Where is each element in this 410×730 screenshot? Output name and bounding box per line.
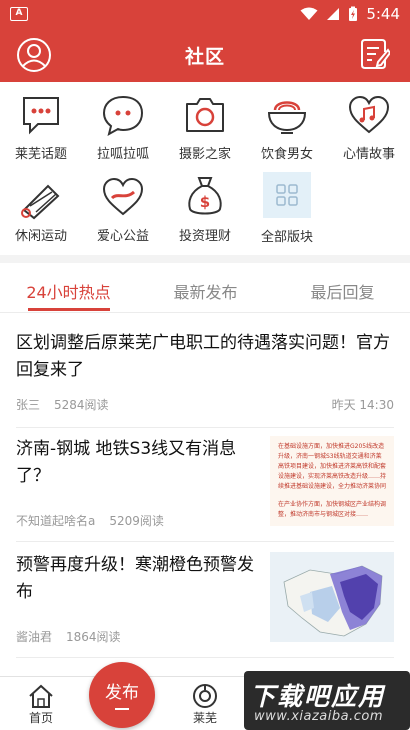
publish-dash — [115, 708, 129, 710]
nav-home-label: 首页 — [28, 711, 53, 725]
thumbnail-text: 在基础设施方面，加快推进G205线改造升级，济南一钢城S3线轨道交通和济莱高铁项… — [278, 443, 387, 490]
post-title: 区划调整后原莱芜广电职工的待遇落实问题！官方回复来了 — [16, 333, 390, 380]
status-time: 5:44 — [366, 5, 400, 23]
category-label: 爱心公益 — [96, 229, 149, 244]
post-reads: 5209阅读 — [109, 514, 164, 528]
category-label: 投资理财 — [178, 229, 231, 244]
category-label: 莱芜话题 — [14, 147, 67, 162]
post-time: 昨天 14:30 — [331, 398, 394, 412]
category-leisure-sports[interactable]: 休闲运动 — [0, 172, 82, 244]
svg-text:$: $ — [200, 193, 210, 211]
category-label: 心情故事 — [342, 147, 395, 162]
tab-last-reply[interactable]: 最后回复 — [274, 279, 410, 303]
camera-icon — [186, 98, 224, 132]
category-all-boards[interactable]: 全部版块 — [246, 172, 328, 245]
watermark-url: www.xiazaiba.com — [254, 709, 383, 724]
post-thumbnail — [270, 552, 394, 642]
post-reads: 1864阅读 — [66, 630, 121, 644]
status-bar: A 5:44 — [0, 0, 410, 28]
post-reads: 5284阅读 — [54, 398, 109, 412]
post-author: 张三 — [16, 398, 41, 412]
battery-icon — [349, 6, 358, 21]
compose-icon[interactable] — [360, 38, 390, 70]
list-item[interactable]: 预警再度升级！寒潮橙色预警发布 酱油君 1864阅读 — [16, 552, 394, 658]
feed-tabs: 24小时热点 最新发布 最后回复 — [0, 263, 410, 313]
notification-icon: A — [10, 7, 28, 21]
signal-icon — [327, 8, 340, 20]
bowl-icon — [267, 101, 307, 134]
post-thumbnail: 在基础设施方面，加快推进G205线改造升级，济南一钢城S3线轨道交通和济莱高铁项… — [270, 436, 394, 526]
shuttlecock-icon — [21, 184, 60, 220]
list-item[interactable]: 济南-钢城 地铁S3线又有消息了？ 不知道起啥名a 5209阅读 在基础设施方面，… — [16, 436, 394, 542]
heart-ribbon-icon — [102, 177, 144, 216]
page-title: 社区 — [184, 46, 225, 68]
list-item[interactable]: 区划调整后原莱芜广电职工的待遇落实问题！官方回复来了 张三 5284阅读 昨天 1… — [16, 330, 394, 428]
section-divider — [0, 255, 410, 263]
money-bag-icon: $ — [188, 177, 222, 215]
grid-icon — [276, 184, 298, 206]
home-icon — [29, 684, 53, 708]
publish-button[interactable]: 发布 — [89, 662, 155, 728]
wifi-icon — [300, 7, 318, 20]
nav-laiwu[interactable]: 莱芜 — [170, 683, 240, 726]
category-charity[interactable]: 爱心公益 — [82, 172, 164, 244]
category-photography[interactable]: 摄影之家 — [164, 90, 246, 162]
category-mood-story[interactable]: 心情故事 — [328, 90, 410, 162]
category-chat[interactable]: 拉呱拉呱 — [82, 90, 164, 162]
category-label: 摄影之家 — [178, 147, 231, 162]
post-author: 不知道起啥名a — [16, 514, 96, 528]
laiwu-icon — [193, 684, 217, 708]
category-label: 饮食男女 — [260, 147, 313, 162]
thumbnail-text: 在产业协作方面，加快钢城区产业结构调整，推动济南市与钢城区对接…… — [278, 501, 387, 518]
nav-laiwu-label: 莱芜 — [192, 711, 217, 725]
heart-music-icon — [348, 95, 390, 134]
category-label: 全部版块 — [260, 230, 313, 245]
watermark: 下载吧应用 www.xiazaiba.com — [244, 671, 410, 730]
speech-bubble-dots-icon — [23, 97, 59, 135]
post-title: 济南-钢城 地铁S3线又有消息了？ — [16, 439, 237, 486]
publish-label: 发布 — [105, 683, 139, 703]
post-meta: 酱油君 1864阅读 — [16, 628, 135, 645]
category-label: 拉呱拉呱 — [96, 147, 149, 162]
active-tab-indicator — [28, 308, 110, 311]
category-food[interactable]: 饮食男女 — [246, 90, 328, 162]
category-laiwu-topic[interactable]: 莱芜话题 — [0, 90, 82, 162]
nav-home[interactable]: 首页 — [6, 683, 76, 726]
top-bar: 社区 — [0, 28, 410, 82]
tab-latest[interactable]: 最新发布 — [137, 279, 274, 303]
post-title: 预警再度升级！寒潮橙色预警发布 — [16, 555, 254, 602]
chat-bubble-icon — [102, 95, 144, 136]
grid-tile — [263, 172, 311, 218]
post-meta: 张三 5284阅读 — [16, 396, 123, 413]
post-author: 酱油君 — [16, 630, 53, 644]
category-label: 休闲运动 — [14, 229, 67, 244]
tab-24h-hot[interactable]: 24小时热点 — [0, 279, 137, 303]
post-meta: 不知道起啥名a 5209阅读 — [16, 512, 178, 529]
category-investment[interactable]: $ 投资理财 — [164, 172, 246, 244]
weather-map-image — [270, 552, 394, 642]
watermark-main-text: 下载吧应用 — [250, 682, 386, 711]
